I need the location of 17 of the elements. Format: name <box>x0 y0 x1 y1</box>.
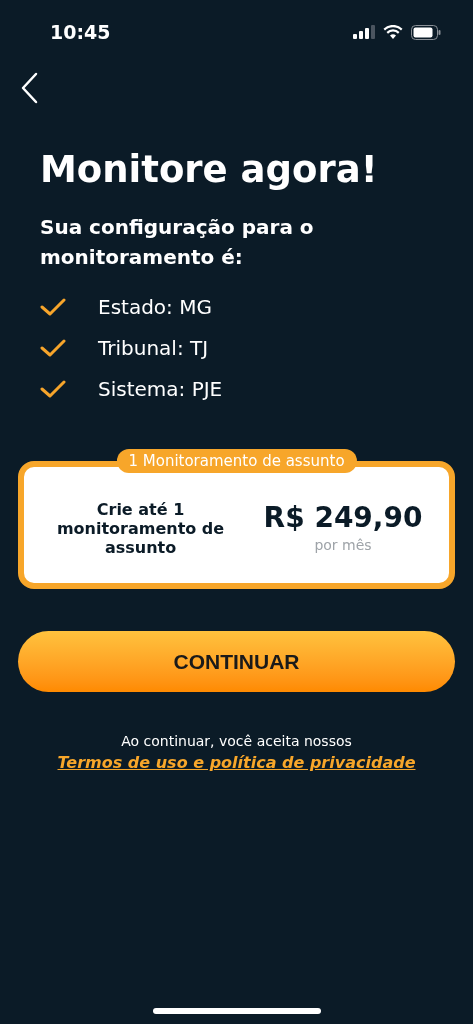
battery-icon <box>411 24 441 40</box>
page-title: Monitore agora! <box>40 148 379 192</box>
terms-text: Ao continuar, você aceita nossos <box>121 732 352 751</box>
continue-button[interactable]: CONTINUAR <box>18 631 455 692</box>
terms-link[interactable]: Termos de uso e política de privacidade <box>57 752 416 774</box>
status-time: 10:45 <box>50 19 111 45</box>
signal-icon <box>353 25 375 39</box>
plan-period: por mês <box>314 535 372 555</box>
plan-description: Crie até 1 monitoramento de assunto <box>55 499 226 557</box>
plan-badge: 1 Monitoramento de assunto <box>116 449 357 473</box>
config-item: Estado: MG <box>98 293 212 321</box>
back-icon[interactable] <box>20 72 38 104</box>
plan-price: R$ 249,90 <box>263 500 423 535</box>
config-item: Sistema: PJE <box>98 375 223 403</box>
config-item: Tribunal: TJ <box>98 334 209 362</box>
wifi-icon <box>383 25 403 39</box>
subtitle: Sua configuração para o monitoramento é: <box>40 214 315 271</box>
